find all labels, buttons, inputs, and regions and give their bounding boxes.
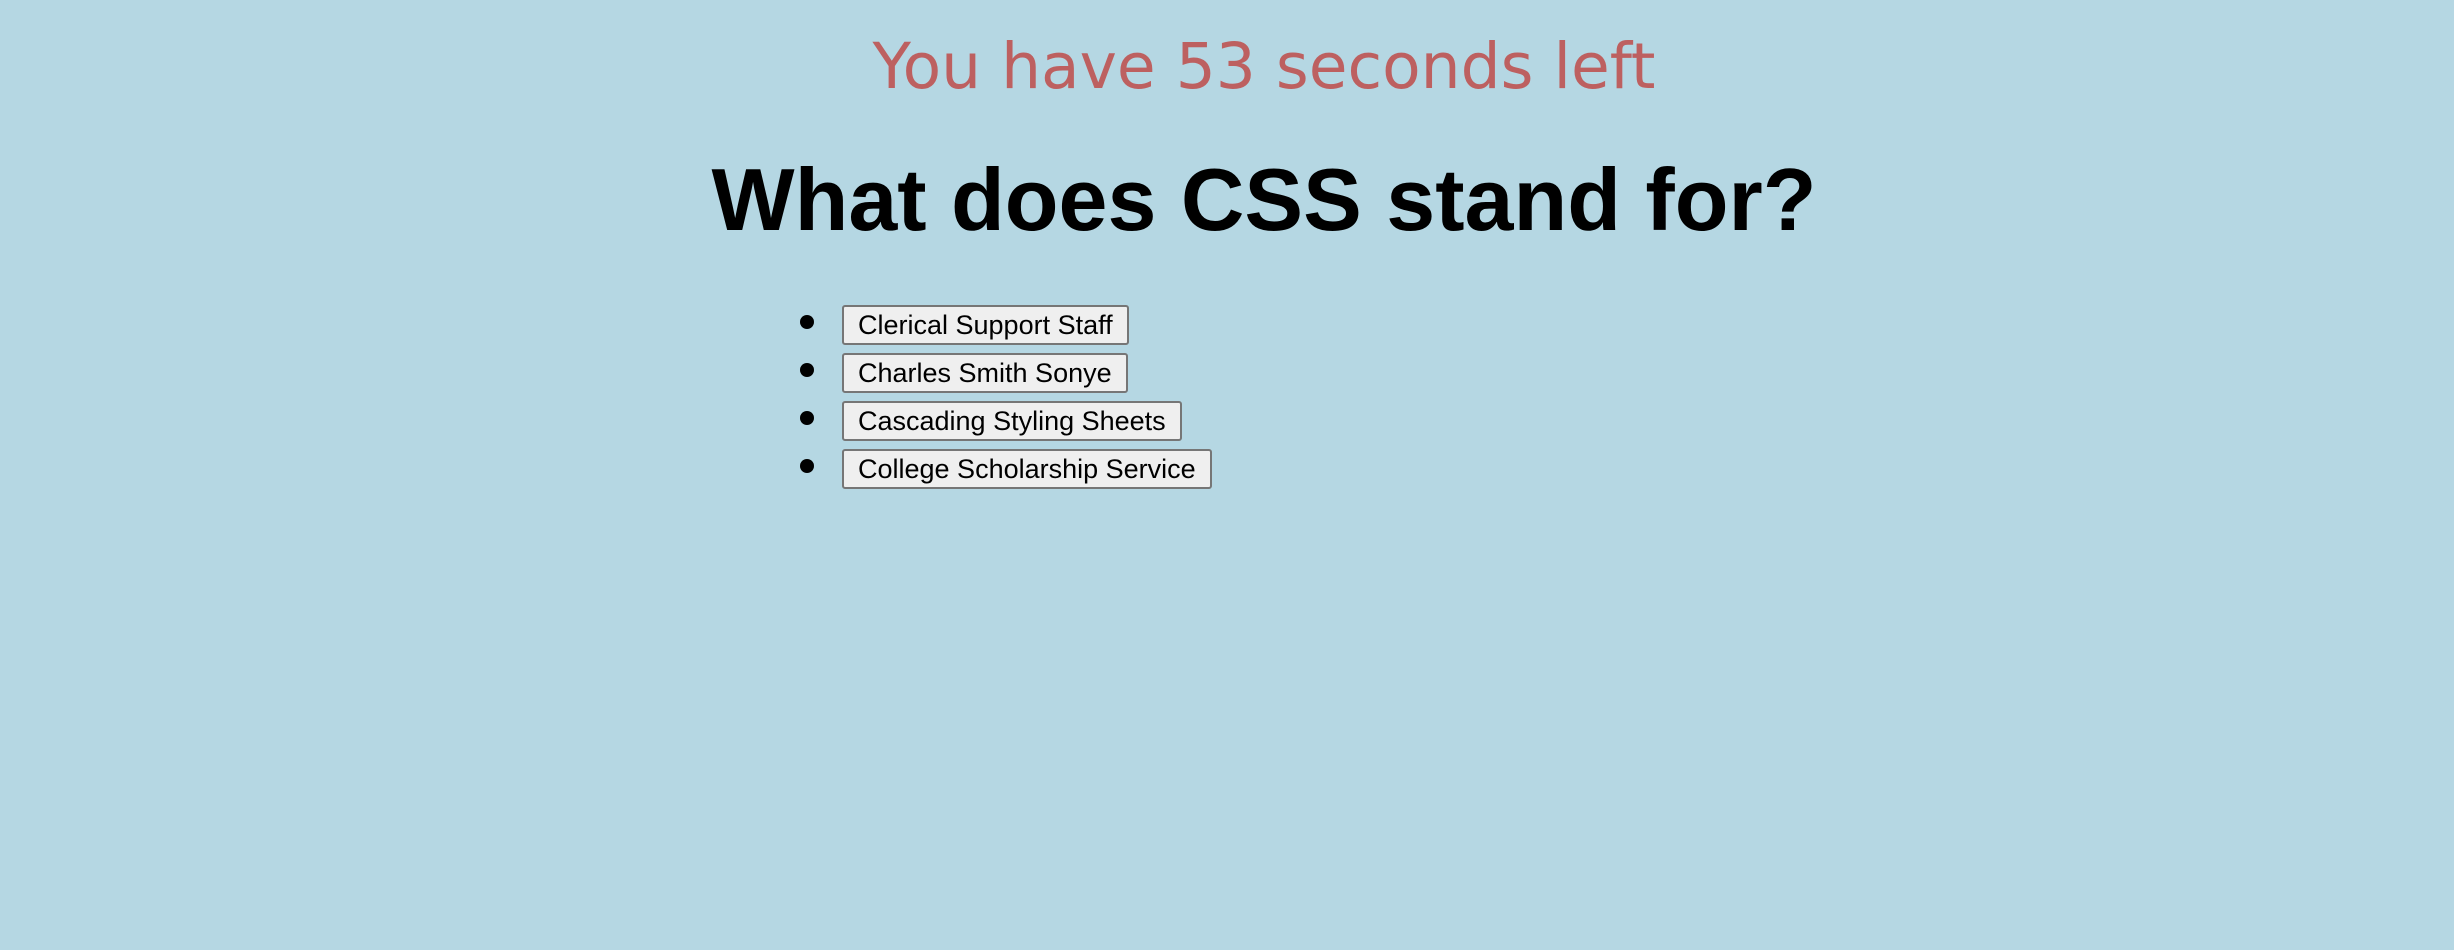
answer-button-college-scholarship-service[interactable]: College Scholarship Service [842,449,1212,489]
answer-item: Clerical Support Staff [800,305,1212,347]
question-heading: What does CSS stand for? [711,150,1817,249]
countdown-timer: You have 53 seconds left [872,30,1656,103]
answer-list: Clerical Support Staff Charles Smith Son… [800,305,1212,497]
answer-item: Cascading Styling Sheets [800,401,1212,443]
answer-button-clerical-support-staff[interactable]: Clerical Support Staff [842,305,1129,345]
answer-item: Charles Smith Sonye [800,353,1212,395]
bullet-icon [800,315,814,329]
bullet-icon [800,363,814,377]
quiz-page: { "timer": { "text": "You have 53 second… [0,0,2454,950]
answer-button-charles-smith-sonye[interactable]: Charles Smith Sonye [842,353,1128,393]
bullet-icon [800,411,814,425]
answer-button-cascading-styling-sheets[interactable]: Cascading Styling Sheets [842,401,1182,441]
answer-item: College Scholarship Service [800,449,1212,491]
bullet-icon [800,459,814,473]
